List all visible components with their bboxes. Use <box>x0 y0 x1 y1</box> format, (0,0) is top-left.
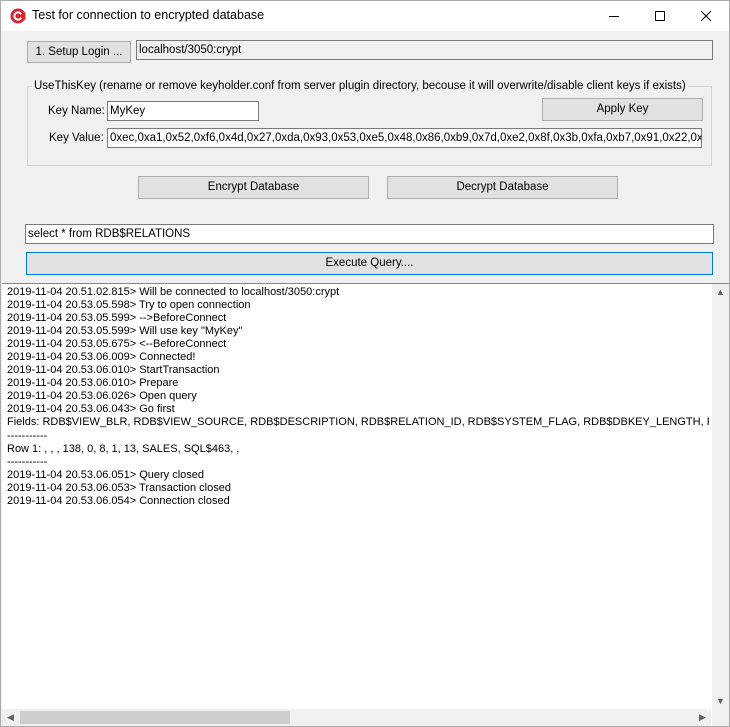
log-line: Row 1: , , , 138, 0, 8, 1, 13, SALES, SQ… <box>7 442 240 455</box>
decrypt-database-button[interactable]: Decrypt Database <box>387 176 618 199</box>
key-value-label: Key Value: <box>49 132 104 144</box>
close-icon <box>700 10 712 22</box>
log-line: 2019-11-04 20.53.06.010> Prepare <box>7 377 179 390</box>
key-name-input[interactable]: MyKey <box>107 101 259 121</box>
log-line: 2019-11-04 20.53.05.599> Will use key "M… <box>7 325 243 338</box>
vertical-scrollbar[interactable]: ▲ ▼ <box>712 284 729 710</box>
log-line: 2019-11-04 20.51.02.815> Will be connect… <box>7 286 340 298</box>
horizontal-scrollbar[interactable]: ◀ ▶ <box>2 709 711 726</box>
maximize-button[interactable] <box>637 1 683 31</box>
scroll-down-icon[interactable]: ▼ <box>712 693 729 710</box>
use-this-key-caption: UseThisKey (rename or remove keyholder.c… <box>32 80 688 92</box>
setup-login-button[interactable]: 1. Setup Login ... <box>27 41 131 63</box>
close-button[interactable] <box>683 1 729 31</box>
log-line: 2019-11-04 20.53.05.675> <--BeforeConnec… <box>7 338 227 351</box>
log-line: 2019-11-04 20.53.05.599> -->BeforeConnec… <box>7 312 227 325</box>
horizontal-scroll-thumb[interactable] <box>20 711 290 724</box>
minimize-icon <box>609 16 619 17</box>
connection-string-field[interactable]: localhost/3050:crypt <box>136 40 713 60</box>
log-line: 2019-11-04 20.53.06.009> Connected! <box>7 351 196 364</box>
log-line: 2019-11-04 20.53.06.053> Transaction clo… <box>7 481 231 494</box>
window-title: Test for connection to encrypted databas… <box>32 8 265 22</box>
scrollbar-corner <box>712 709 729 726</box>
log-line: ----------- <box>7 429 48 442</box>
maximize-icon <box>655 11 665 21</box>
main-window: Test for connection to encrypted databas… <box>0 0 730 727</box>
log-line: 2019-11-04 20.53.05.598> Try to open con… <box>7 299 251 312</box>
log-line: ----------- <box>7 455 48 468</box>
log-line: 2019-11-04 20.53.06.010> StartTransactio… <box>7 364 220 377</box>
log-lines: 2019-11-04 20.51.02.815> Will be connect… <box>7 286 709 508</box>
log-line: Fields: RDB$VIEW_BLR, RDB$VIEW_SOURCE, R… <box>7 416 709 429</box>
apply-key-button[interactable]: Apply Key <box>542 98 703 121</box>
key-name-label: Key Name: <box>48 105 105 117</box>
app-logo-icon <box>10 8 26 24</box>
log-memo[interactable]: 2019-11-04 20.51.02.815> Will be connect… <box>2 283 729 726</box>
scroll-up-icon[interactable]: ▲ <box>712 284 729 301</box>
encrypt-database-button[interactable]: Encrypt Database <box>138 176 369 199</box>
key-value-input[interactable]: 0xec,0xa1,0x52,0xf6,0x4d,0x27,0xda,0x93,… <box>107 128 702 148</box>
log-line: 2019-11-04 20.53.06.026> Open query <box>7 390 197 403</box>
scroll-left-icon[interactable]: ◀ <box>2 709 19 726</box>
log-line: 2019-11-04 20.53.06.054> Connection clos… <box>7 494 230 507</box>
log-line: 2019-11-04 20.53.06.051> Query closed <box>7 468 205 481</box>
scroll-right-icon[interactable]: ▶ <box>694 709 711 726</box>
execute-query-button[interactable]: Execute Query.... <box>26 252 713 275</box>
sql-query-input[interactable]: select * from RDB$RELATIONS <box>25 224 714 244</box>
log-line: 2019-11-04 20.53.06.043> Go first <box>7 403 175 416</box>
minimize-button[interactable] <box>591 1 637 31</box>
title-bar[interactable]: Test for connection to encrypted databas… <box>1 1 729 31</box>
